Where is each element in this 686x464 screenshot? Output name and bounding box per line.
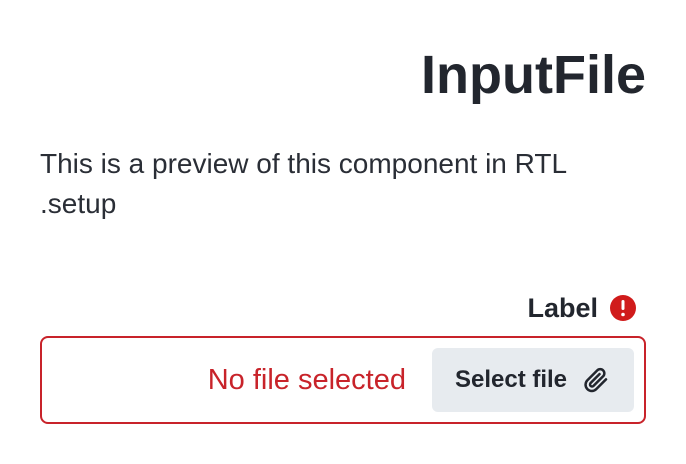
preview-page: InputFile This is a preview of this comp…: [40, 0, 646, 464]
paperclip-icon: [584, 367, 608, 393]
description-line-1: This is a preview of this component in R…: [40, 148, 568, 179]
field-label-row: Label: [527, 290, 636, 326]
description-line-2: .setup: [40, 188, 117, 219]
exclamation-icon: [621, 300, 625, 317]
page-title: InputFile: [421, 45, 646, 105]
select-file-label: Select file: [454, 366, 568, 393]
file-status-text: No file selected: [207, 364, 406, 396]
select-file-button[interactable]: Select file: [432, 348, 634, 412]
error-icon: [610, 295, 636, 321]
field-label: Label: [527, 292, 598, 323]
page-description: This is a preview of this component in R…: [40, 144, 640, 224]
file-input[interactable]: No file selected Select file: [40, 336, 646, 424]
